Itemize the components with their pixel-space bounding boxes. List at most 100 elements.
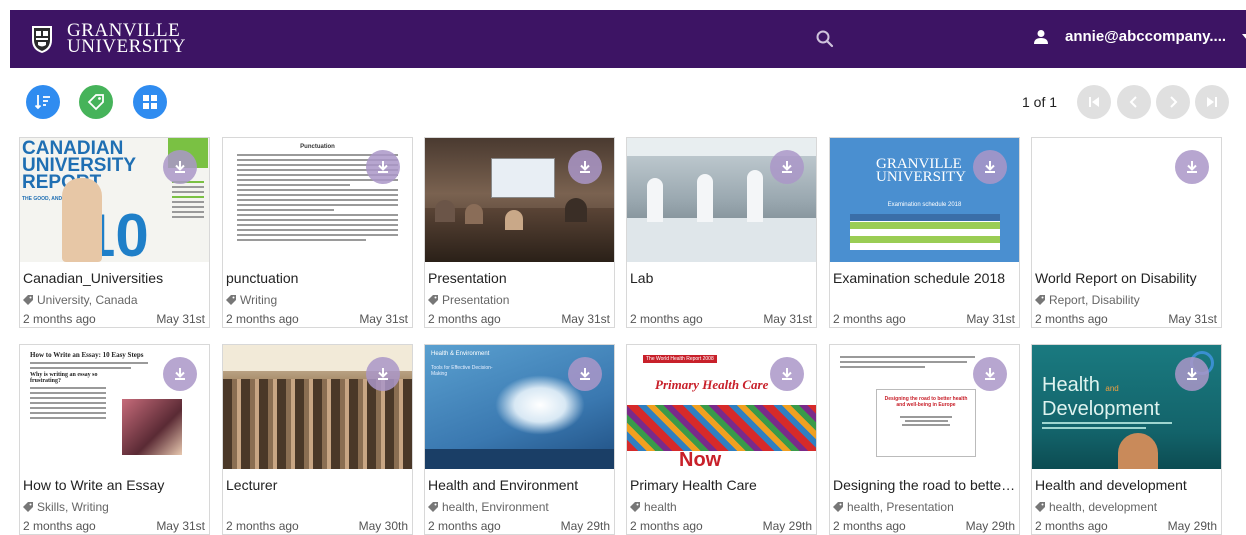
card-tags-text: health, Environment [442, 500, 549, 514]
document-card[interactable]: How to Write an Essay: 10 Easy Steps Why… [19, 344, 210, 535]
card-date: May 31st [561, 312, 610, 326]
tag-filter-button[interactable] [79, 85, 113, 119]
card-date: May 31st [156, 519, 205, 533]
first-page-button[interactable] [1077, 85, 1111, 119]
card-title[interactable]: How to Write an Essay [23, 477, 207, 493]
thumb-heading: Designing the road to better health and … [884, 396, 968, 408]
card-date: May 30th [358, 519, 408, 533]
prev-page-button[interactable] [1117, 85, 1151, 119]
document-card[interactable]: The World Health Report 2008 Primary Hea… [626, 344, 817, 535]
download-icon [378, 368, 388, 380]
tag-icon [428, 295, 438, 305]
download-button[interactable] [568, 357, 602, 391]
card-title[interactable]: Lecturer [226, 477, 410, 493]
card-tags-text: Report, Disability [1049, 293, 1140, 307]
top-bar: GRANVILLE UNIVERSITY annie@abccompany...… [10, 10, 1246, 68]
download-button[interactable] [163, 357, 197, 391]
tag-icon [1035, 502, 1045, 512]
download-button[interactable] [366, 150, 400, 184]
card-age: 2 months ago [630, 312, 703, 326]
card-date: May 31st [966, 312, 1015, 326]
download-button[interactable] [568, 150, 602, 184]
document-card[interactable]: Designing the road to better health and … [829, 344, 1020, 535]
card-date: May 29th [1167, 519, 1217, 533]
download-button[interactable] [770, 150, 804, 184]
chevron-down-icon[interactable] [1242, 33, 1246, 40]
thumb-pattern [627, 405, 816, 451]
card-title[interactable]: World Report on Disability [1035, 270, 1219, 286]
download-button[interactable] [163, 150, 197, 184]
download-icon [580, 368, 590, 380]
card-tags: health, Environment [428, 500, 549, 514]
download-icon [985, 161, 995, 173]
user-email: annie@abccompany.... [1065, 28, 1227, 45]
document-card[interactable]: GRANVILLE UNIVERSITY Examination schedul… [829, 137, 1020, 328]
crest-icon [32, 26, 52, 53]
document-card[interactable]: Health and Development Health and develo… [1031, 344, 1222, 535]
card-title[interactable]: Health and Environment [428, 477, 612, 493]
card-tags: health, Presentation [833, 500, 954, 514]
card-title[interactable]: Lab [630, 270, 814, 286]
grid-view-button[interactable] [133, 85, 167, 119]
document-card[interactable]: Lab 2 months ago May 31st [626, 137, 817, 328]
card-age: 2 months ago [1035, 312, 1108, 326]
thumb-logo-line-2: UNIVERSITY [876, 169, 966, 185]
download-icon [985, 368, 995, 380]
download-icon [1187, 368, 1197, 380]
thumb-table [850, 214, 1000, 250]
card-date: May 31st [763, 312, 812, 326]
thumb-slide: Designing the road to better health and … [876, 389, 976, 457]
card-title[interactable]: Primary Health Care [630, 477, 814, 493]
document-card[interactable]: Punctuation punctuation Writing 2 months… [222, 137, 413, 328]
search-icon[interactable] [815, 29, 835, 49]
document-card[interactable]: Lecturer 2 months ago May 30th [222, 344, 413, 535]
card-tags-text: Presentation [442, 293, 510, 307]
thumb-heading: Primary Health Care [655, 377, 769, 392]
thumb-child [1118, 433, 1158, 469]
thumb-photo [122, 399, 182, 455]
card-tags: Skills, Writing [23, 500, 109, 514]
thumb-caption: Examination schedule 2018 [887, 202, 962, 208]
download-button[interactable] [973, 357, 1007, 391]
thumb-banner: The World Health Report 2008 [643, 355, 717, 363]
card-tags-text: health, development [1049, 500, 1158, 514]
logo-line-2: UNIVERSITY [67, 36, 186, 57]
download-button[interactable] [973, 150, 1007, 184]
next-page-button[interactable] [1156, 85, 1190, 119]
last-page-button[interactable] [1195, 85, 1229, 119]
card-title[interactable]: Presentation [428, 270, 612, 286]
card-title[interactable]: Canadian_Universities [23, 270, 207, 286]
card-title[interactable]: Designing the road to better ... [833, 477, 1017, 493]
sort-button[interactable] [26, 85, 60, 119]
university-logo[interactable]: GRANVILLE UNIVERSITY [30, 21, 186, 57]
card-tags-text: Skills, Writing [37, 500, 109, 514]
card-date: May 29th [560, 519, 610, 533]
card-tags-text: University, Canada [37, 293, 138, 307]
thumb-subheading: Tools for Effective Decision-Making [431, 365, 493, 377]
tag-icon [87, 94, 104, 111]
document-card[interactable]: CANADIAN UNIVERSITY REPORT THE GOOD, AND… [19, 137, 210, 328]
card-title[interactable]: Health and development [1035, 477, 1219, 493]
download-icon [1187, 161, 1197, 173]
download-icon [580, 161, 590, 173]
download-button[interactable] [770, 357, 804, 391]
download-button[interactable] [1175, 150, 1209, 184]
card-tags: Presentation [428, 293, 509, 307]
user-menu[interactable]: annie@abccompany.... [1033, 28, 1246, 45]
user-icon [1034, 29, 1048, 44]
card-age: 2 months ago [226, 519, 299, 533]
thumb-heading: Punctuation [300, 144, 335, 150]
document-card[interactable]: Presentation Presentation 2 months ago M… [424, 137, 615, 328]
tag-icon [226, 295, 236, 305]
last-page-icon [1207, 97, 1217, 107]
download-button[interactable] [1175, 357, 1209, 391]
document-card[interactable]: World Report on Disability Report, Disab… [1031, 137, 1222, 328]
chevron-right-icon [1170, 96, 1178, 108]
card-age: 2 months ago [428, 519, 501, 533]
document-card[interactable]: Health & Environment Tools for Effective… [424, 344, 615, 535]
card-title[interactable]: Examination schedule 2018 [833, 270, 1017, 286]
card-tags: health, development [1035, 500, 1157, 514]
card-title[interactable]: punctuation [226, 270, 410, 286]
download-button[interactable] [366, 357, 400, 391]
card-tags: Writing [226, 293, 277, 307]
